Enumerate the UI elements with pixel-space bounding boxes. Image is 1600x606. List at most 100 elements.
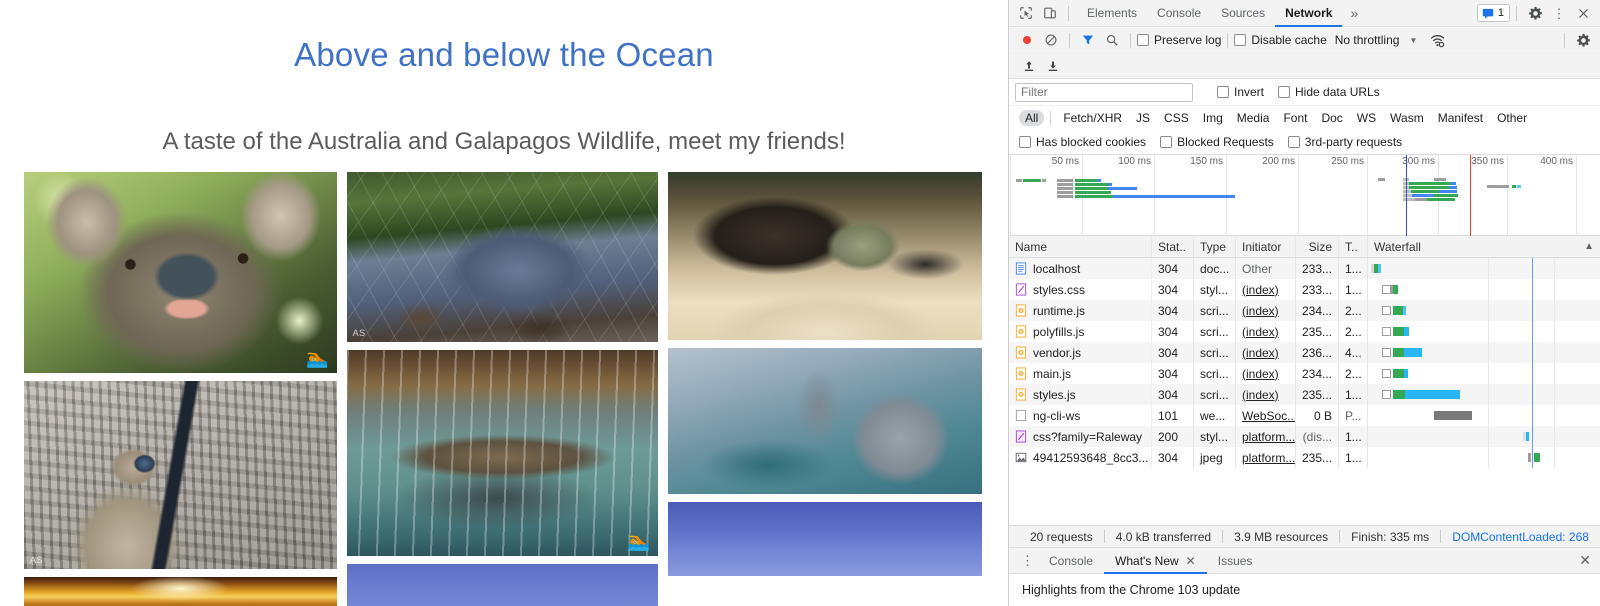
network-conditions-icon[interactable] bbox=[1425, 29, 1449, 51]
type-filter-fetch-xhr[interactable]: Fetch/XHR bbox=[1057, 110, 1128, 126]
more-tabs-icon[interactable]: » bbox=[1342, 0, 1366, 27]
has-blocked-cookies-checkbox[interactable]: Has blocked cookies bbox=[1019, 135, 1146, 149]
devtools-tab-bar: Elements Console Sources Network » bbox=[1077, 0, 1366, 27]
tab-sources[interactable]: Sources bbox=[1211, 0, 1275, 27]
column-header-status[interactable]: Stat.. bbox=[1152, 236, 1194, 257]
checkbox-box bbox=[1278, 86, 1290, 98]
devtools-more-options-icon[interactable]: ⋮ bbox=[1547, 2, 1571, 24]
request-status: 304 bbox=[1152, 321, 1194, 342]
request-initiator[interactable]: platform... bbox=[1242, 430, 1295, 444]
type-filter-css[interactable]: CSS bbox=[1158, 110, 1195, 126]
request-initiator[interactable]: (index) bbox=[1242, 367, 1279, 381]
hide-data-urls-checkbox[interactable]: Hide data URLs bbox=[1278, 85, 1380, 99]
type-filter-ws[interactable]: WS bbox=[1351, 110, 1382, 126]
gallery-image-whale-shark[interactable]: 🏊 bbox=[347, 350, 659, 556]
gallery-image-blue-water[interactable] bbox=[347, 564, 659, 606]
type-filter-img[interactable]: Img bbox=[1197, 110, 1229, 126]
close-drawer-icon[interactable]: ✕ bbox=[1579, 552, 1600, 569]
clear-button[interactable] bbox=[1039, 29, 1063, 51]
table-row[interactable]: styles.js 304 scri... (index) 235... 1..… bbox=[1009, 384, 1600, 405]
js-icon bbox=[1015, 367, 1027, 380]
sort-ascending-icon[interactable]: ▲ bbox=[1584, 241, 1594, 252]
request-size: 234... bbox=[1296, 363, 1339, 384]
filter-input[interactable] bbox=[1015, 83, 1193, 102]
request-type: scri... bbox=[1194, 384, 1236, 405]
table-row[interactable]: polyfills.js 304 scri... (index) 235... … bbox=[1009, 321, 1600, 342]
drawer-more-options-icon[interactable]: ⋮ bbox=[1017, 554, 1038, 567]
table-row[interactable]: css?family=Raleway 200 styl... platform.… bbox=[1009, 426, 1600, 447]
gallery-image-golden-sunset[interactable] bbox=[24, 577, 337, 606]
table-row[interactable]: runtime.js 304 scri... (index) 234... 2.… bbox=[1009, 300, 1600, 321]
type-filter-other[interactable]: Other bbox=[1491, 110, 1533, 126]
gallery-image-red-footed-booby[interactable]: AS bbox=[24, 381, 337, 569]
request-size: 235... bbox=[1296, 321, 1339, 342]
type-filter-js[interactable]: JS bbox=[1130, 110, 1156, 126]
message-count-badge[interactable]: 1 bbox=[1477, 4, 1510, 22]
request-size: 234... bbox=[1296, 300, 1339, 321]
request-initiator[interactable]: platform... bbox=[1242, 451, 1295, 465]
third-party-requests-checkbox[interactable]: 3rd-party requests bbox=[1288, 135, 1402, 149]
preserve-log-checkbox[interactable]: Preserve log bbox=[1137, 33, 1221, 47]
gallery-image-marine-iguana[interactable] bbox=[668, 172, 982, 340]
table-row[interactable]: ng-cli-ws 101 we... WebSoc... 0 B P... bbox=[1009, 405, 1600, 426]
close-devtools-icon[interactable] bbox=[1571, 2, 1595, 24]
gallery-image-deep-blue[interactable] bbox=[668, 502, 982, 576]
drawer-tab-console[interactable]: Console bbox=[1038, 548, 1104, 574]
settings-gear-icon[interactable] bbox=[1523, 2, 1547, 24]
chevron-down-icon[interactable]: ▼ bbox=[1409, 36, 1417, 45]
request-time: 1... bbox=[1339, 426, 1368, 447]
import-har-icon[interactable] bbox=[1017, 55, 1041, 77]
type-filter-manifest[interactable]: Manifest bbox=[1432, 110, 1489, 126]
tab-console[interactable]: Console bbox=[1147, 0, 1211, 27]
request-initiator[interactable]: (index) bbox=[1242, 283, 1279, 297]
overview-tick: 400 ms bbox=[1540, 156, 1573, 167]
type-filter-font[interactable]: Font bbox=[1277, 110, 1313, 126]
column-header-size[interactable]: Size bbox=[1296, 236, 1339, 257]
request-initiator[interactable]: (index) bbox=[1242, 346, 1279, 360]
type-filter-media[interactable]: Media bbox=[1231, 110, 1276, 126]
disable-cache-checkbox[interactable]: Disable cache bbox=[1234, 33, 1326, 47]
tab-network[interactable]: Network bbox=[1275, 0, 1342, 27]
blocked-requests-checkbox[interactable]: Blocked Requests bbox=[1160, 135, 1274, 149]
column-header-name[interactable]: Name bbox=[1009, 236, 1152, 257]
gallery-image-galapagos-tortoise[interactable]: AS bbox=[347, 172, 659, 342]
table-row[interactable]: main.js 304 scri... (index) 234... 2... bbox=[1009, 363, 1600, 384]
export-har-icon[interactable] bbox=[1041, 55, 1065, 77]
device-toolbar-icon[interactable] bbox=[1038, 2, 1062, 24]
gallery-image-koala[interactable]: 🏊 bbox=[24, 172, 337, 373]
request-initiator[interactable]: (index) bbox=[1242, 388, 1279, 402]
close-tab-icon[interactable]: ✕ bbox=[1186, 548, 1196, 574]
tab-elements[interactable]: Elements bbox=[1077, 0, 1147, 27]
drawer-tab-issues[interactable]: Issues bbox=[1207, 548, 1264, 574]
request-initiator[interactable]: (index) bbox=[1242, 304, 1279, 318]
column-header-initiator[interactable]: Initiator bbox=[1236, 236, 1296, 257]
column-header-time[interactable]: T.. bbox=[1339, 236, 1368, 257]
request-initiator[interactable]: (index) bbox=[1242, 325, 1279, 339]
network-settings-gear-icon[interactable] bbox=[1571, 29, 1595, 51]
filter-icon[interactable] bbox=[1076, 29, 1100, 51]
record-button[interactable] bbox=[1015, 29, 1039, 51]
speech-bubble-icon bbox=[1482, 7, 1494, 19]
table-row[interactable]: styles.css 304 styl... (index) 233... 1.… bbox=[1009, 279, 1600, 300]
drawer-tab-whats-new[interactable]: What's New ✕ bbox=[1104, 548, 1207, 574]
gallery-column-1: 🏊 AS bbox=[24, 172, 337, 606]
inspect-element-icon[interactable] bbox=[1014, 2, 1038, 24]
table-row[interactable]: localhost 304 doc... Other 233... 1... bbox=[1009, 258, 1600, 279]
table-row[interactable]: 49412593648_8cc3... 304 jpeg platform...… bbox=[1009, 447, 1600, 468]
request-name: css?family=Raleway bbox=[1033, 430, 1142, 444]
search-icon[interactable] bbox=[1100, 29, 1124, 51]
page-title: Above and below the Ocean bbox=[0, 36, 1008, 74]
column-header-type[interactable]: Type bbox=[1194, 236, 1236, 257]
request-initiator[interactable]: WebSoc... bbox=[1242, 409, 1296, 423]
js-icon bbox=[1015, 304, 1027, 317]
gallery-image-manta-ray[interactable] bbox=[668, 348, 982, 494]
throttling-select[interactable]: No throttling bbox=[1335, 33, 1400, 47]
overview-tick: 250 ms bbox=[1331, 156, 1364, 167]
table-row[interactable]: vendor.js 304 scri... (index) 236... 4..… bbox=[1009, 342, 1600, 363]
invert-checkbox[interactable]: Invert bbox=[1217, 85, 1264, 99]
network-overview-timeline[interactable]: 50 ms 100 ms 150 ms 200 ms 250 ms 300 ms… bbox=[1010, 155, 1600, 236]
type-filter-wasm[interactable]: Wasm bbox=[1384, 110, 1430, 126]
type-filter-all[interactable]: All bbox=[1019, 110, 1044, 126]
type-filter-doc[interactable]: Doc bbox=[1315, 110, 1348, 126]
column-header-waterfall[interactable]: Waterfall ▲ bbox=[1368, 236, 1600, 257]
